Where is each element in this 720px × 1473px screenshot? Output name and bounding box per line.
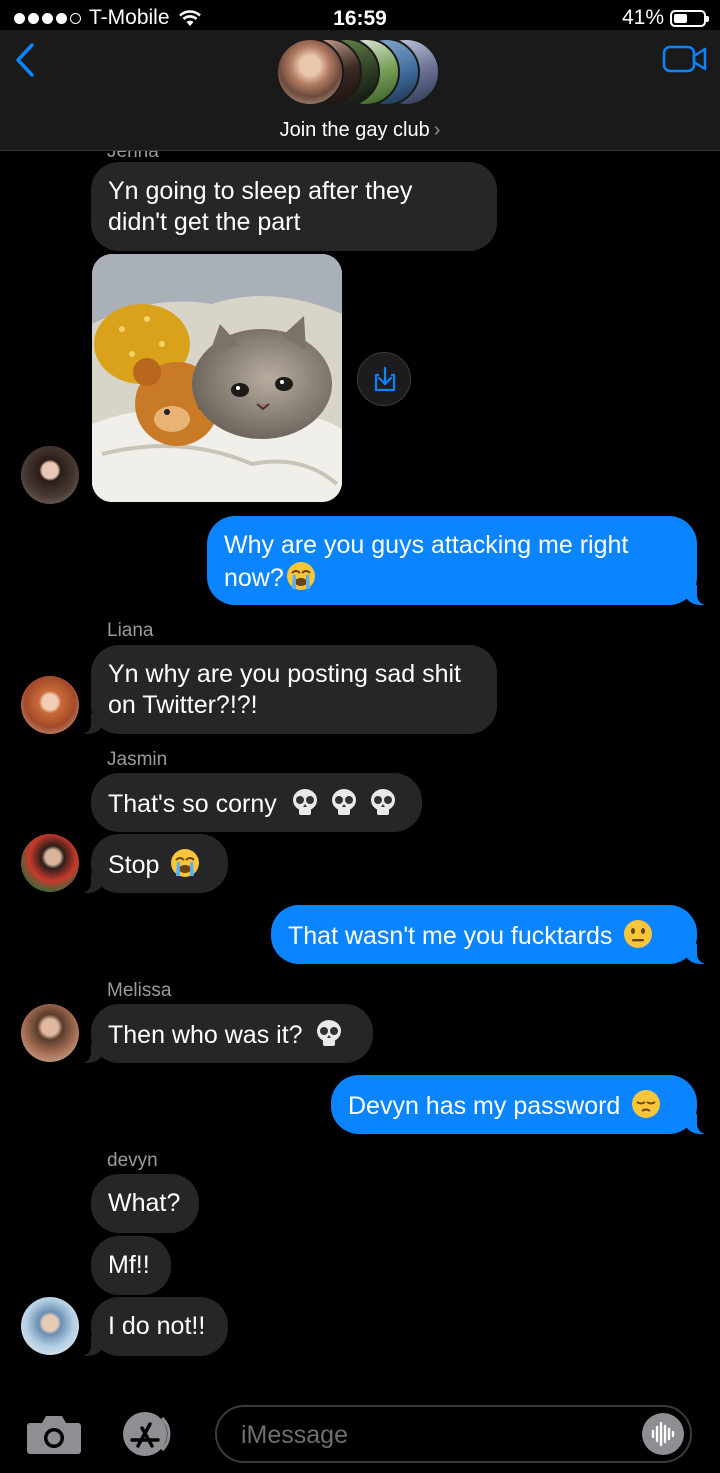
- crying-cat-photo: [92, 254, 342, 502]
- neutral-face-icon: [624, 920, 653, 948]
- message-text-line: now?: [224, 564, 284, 592]
- clock: 16:59: [333, 7, 387, 30]
- message-text-line: on Twitter?!?!: [108, 691, 258, 719]
- message-input[interactable]: [239, 1417, 623, 1453]
- audio-message-button[interactable]: [642, 1413, 684, 1455]
- battery-group: 41%: [621, 6, 709, 30]
- back-chevron-icon[interactable]: [10, 40, 40, 80]
- sender-label: Melissa: [107, 980, 172, 1001]
- loudly-crying-face-icon: [171, 849, 200, 877]
- incoming-message[interactable]: I do not!!: [81, 1297, 228, 1356]
- message-composer[interactable]: [215, 1405, 692, 1463]
- message-text: What?: [108, 1189, 181, 1217]
- message-text: Devyn has my password: [348, 1092, 621, 1120]
- download-icon: [374, 366, 396, 392]
- outgoing-message[interactable]: Devyn has my password: [331, 1075, 707, 1134]
- incoming-message[interactable]: Then who was it?: [81, 1004, 373, 1063]
- outgoing-message[interactable]: That wasn't me you fucktards: [271, 905, 707, 964]
- battery-percent: 41%: [621, 6, 664, 29]
- incoming-message[interactable]: Mf!!: [91, 1236, 171, 1295]
- incoming-message[interactable]: Stop: [81, 834, 228, 893]
- skull-icon: [370, 789, 395, 815]
- group-member-avatar: [276, 38, 344, 106]
- video-call-icon[interactable]: [662, 44, 708, 74]
- message-text: That wasn't me you fucktards: [288, 922, 613, 950]
- battery-icon: [670, 9, 709, 27]
- app-store-icon[interactable]: [118, 1410, 182, 1458]
- sender-avatar[interactable]: [21, 446, 79, 504]
- message-text-line: didn't get the part: [108, 208, 301, 236]
- incoming-message[interactable]: Yn why are you posting sad shit on Twitt…: [81, 645, 497, 734]
- save-attachment-button[interactable]: [357, 352, 411, 406]
- message-text: That's so corny: [108, 790, 277, 818]
- message-text-line: Why are you guys attacking me right: [224, 531, 629, 559]
- message-text-line: Yn going to sleep after they: [108, 177, 413, 205]
- sender-label: Jasmin: [107, 749, 168, 770]
- sender-label: Liana: [107, 620, 154, 641]
- loudly-crying-face-icon: [286, 562, 315, 590]
- message-text: Then who was it?: [108, 1021, 303, 1049]
- sender-avatar[interactable]: [21, 1004, 79, 1062]
- sender-label: devyn: [107, 1150, 158, 1171]
- outgoing-message[interactable]: Why are you guys attacking me right now?: [207, 516, 707, 605]
- chevron-right-icon: ›: [433, 119, 441, 141]
- incoming-message[interactable]: That's so corny: [91, 773, 422, 832]
- skull-icon: [331, 789, 356, 815]
- waveform-icon: [651, 1421, 675, 1447]
- skull-icon: [316, 1020, 341, 1046]
- skull-icon: [292, 789, 317, 815]
- camera-icon[interactable]: [26, 1413, 82, 1455]
- sender-avatar[interactable]: [21, 1297, 79, 1355]
- sender-avatar[interactable]: [21, 834, 79, 892]
- group-avatar-stack[interactable]: [276, 38, 446, 110]
- sender-avatar[interactable]: [21, 676, 79, 734]
- pensive-face-icon: [632, 1090, 661, 1118]
- message-text: I do not!!: [108, 1312, 206, 1340]
- group-name-button[interactable]: Join the gay club ›: [0, 119, 720, 142]
- message-text-line: Yn why are you posting sad shit: [108, 660, 461, 688]
- incoming-message[interactable]: What?: [91, 1174, 199, 1233]
- message-text: Stop: [108, 851, 160, 879]
- photo-attachment[interactable]: [92, 254, 342, 502]
- incoming-message[interactable]: Yn going to sleep after they didn't get …: [91, 162, 497, 251]
- conversation-header: Join the gay club ›: [0, 30, 720, 151]
- message-text: Mf!!: [108, 1251, 150, 1279]
- group-name-label: Join the gay club: [279, 119, 430, 141]
